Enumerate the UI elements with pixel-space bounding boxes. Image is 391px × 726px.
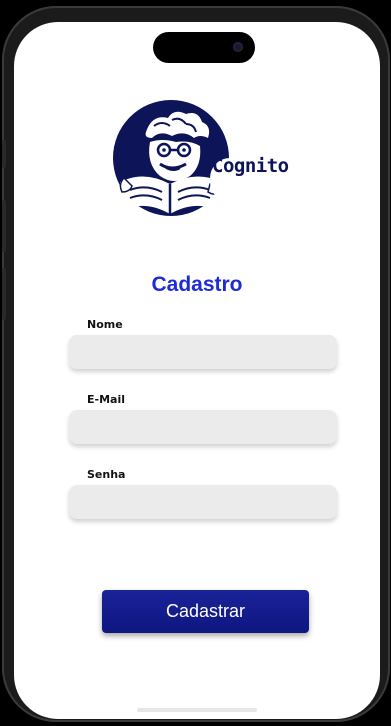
password-label: Senha <box>87 468 126 481</box>
name-input[interactable] <box>69 335 337 369</box>
volume-down-button <box>2 268 6 320</box>
app-screen: Cognito Cadastro Nome E-Mail Senha Cadas… <box>14 22 380 719</box>
home-indicator <box>137 708 257 712</box>
name-label: Nome <box>87 318 123 331</box>
page-title: Cadastro <box>151 273 243 296</box>
password-input[interactable] <box>69 485 337 519</box>
email-input[interactable] <box>69 410 337 444</box>
action-button <box>2 140 6 168</box>
volume-up-button <box>2 200 6 252</box>
phone-frame: Cognito Cadastro Nome E-Mail Senha Cadas… <box>2 6 390 722</box>
dynamic-island <box>153 32 255 63</box>
camera-icon <box>233 42 243 52</box>
email-label: E-Mail <box>87 393 125 406</box>
brand-name: Cognito <box>212 155 289 177</box>
register-button[interactable]: Cadastrar <box>102 590 309 633</box>
